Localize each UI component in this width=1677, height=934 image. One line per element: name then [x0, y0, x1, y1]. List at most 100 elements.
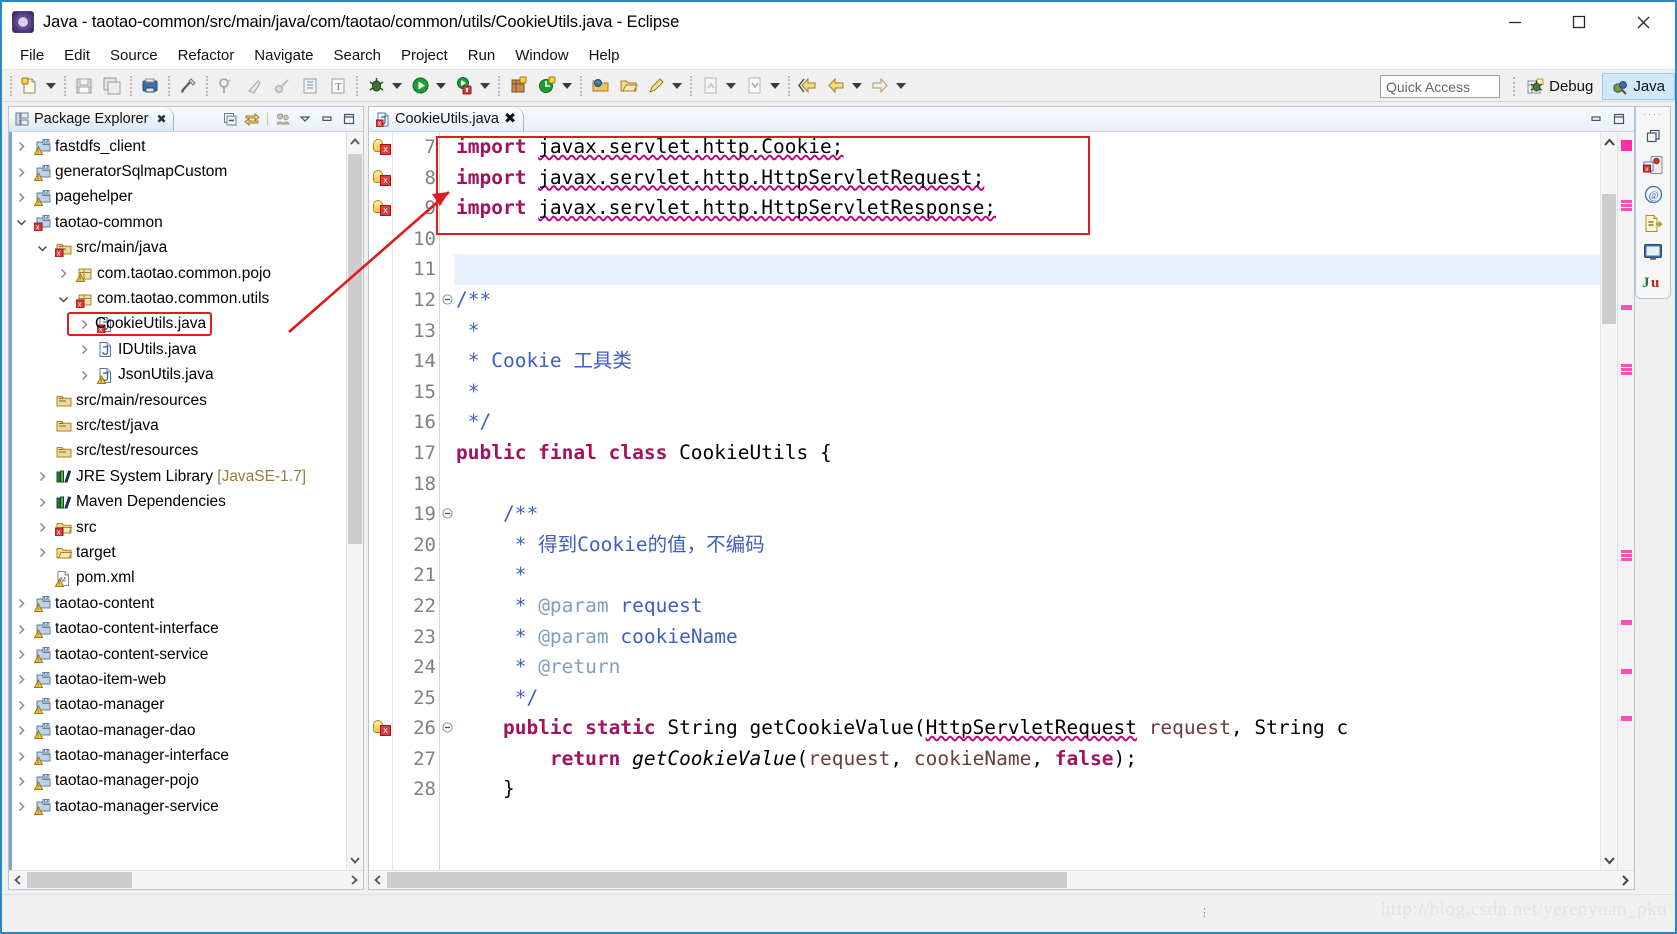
menu-window[interactable]: Window [505, 47, 578, 64]
open-type-icon[interactable] [297, 74, 323, 98]
fold-collapse-icon[interactable] [440, 499, 454, 530]
code-line[interactable]: * @param cookieName [454, 622, 1600, 653]
menu-run[interactable]: Run [458, 47, 506, 64]
tree-item[interactable]: src/test/resources [12, 439, 346, 464]
code-line[interactable]: public static String getCookieValue(Http… [454, 713, 1600, 744]
chevron-right-icon[interactable] [16, 598, 32, 609]
chevron-right-icon[interactable] [37, 471, 53, 482]
chevron-right-icon[interactable] [37, 547, 53, 558]
scroll-thumb[interactable] [348, 154, 362, 544]
tree-item[interactable]: ! com.taotao.common.pojo [12, 261, 346, 286]
tree-item[interactable]: ! JsonUtils.java [12, 363, 346, 388]
new-project-dropdown-icon[interactable] [560, 74, 574, 98]
scroll-down-icon[interactable] [347, 850, 363, 870]
code-line[interactable]: * @return [454, 652, 1600, 683]
snippets-view-icon[interactable] [1641, 212, 1665, 234]
menu-refactor[interactable]: Refactor [168, 47, 245, 64]
next-annotation-icon[interactable] [741, 74, 767, 98]
drag-handle[interactable]: ···· [1643, 110, 1663, 119]
menu-search[interactable]: Search [323, 47, 391, 64]
scroll-left-icon[interactable] [369, 871, 387, 889]
code-line[interactable]: /** [454, 499, 1600, 530]
open-folder-icon[interactable] [615, 74, 641, 98]
code-line[interactable] [454, 254, 1600, 285]
tree-item[interactable]: M! taotao-content-service [12, 642, 346, 667]
chevron-right-icon[interactable] [16, 801, 32, 812]
editor-code-area[interactable]: import javax.servlet.http.Cookie; import … [454, 132, 1600, 870]
scroll-down-icon[interactable] [1601, 850, 1617, 870]
link-with-editor-icon[interactable] [242, 109, 262, 129]
close-button[interactable] [1611, 2, 1675, 42]
chevron-right-icon[interactable] [16, 751, 32, 762]
forward-navigation-dropdown-icon[interactable] [894, 74, 908, 98]
forward-navigation-icon[interactable] [867, 74, 893, 98]
chevron-right-icon[interactable] [79, 370, 95, 381]
tree-item[interactable]: M! taotao-manager-dao [12, 718, 346, 743]
maximize-icon[interactable] [1609, 109, 1629, 129]
editor-overview-ruler[interactable] [1617, 132, 1634, 870]
run-dropdown-icon[interactable] [434, 74, 448, 98]
collapse-all-icon[interactable] [220, 109, 240, 129]
outline-view-icon[interactable]: x [1641, 154, 1665, 176]
scroll-thumb[interactable] [387, 872, 1067, 888]
code-line[interactable]: import javax.servlet.http.HttpServletReq… [454, 163, 1600, 194]
overview-marker[interactable] [1621, 364, 1632, 375]
run-icon[interactable] [407, 74, 433, 98]
new-wizard-dropdown-icon[interactable] [44, 74, 58, 98]
menu-source[interactable]: Source [100, 47, 168, 64]
overview-marker[interactable] [1621, 305, 1632, 310]
chevron-right-icon[interactable] [16, 776, 32, 787]
new-package-icon[interactable] [269, 74, 295, 98]
maximize-icon[interactable] [339, 109, 359, 129]
perspective-debug[interactable]: Debug [1519, 73, 1602, 100]
previous-annotation-dropdown-icon[interactable] [724, 74, 738, 98]
code-line[interactable]: */ [454, 683, 1600, 714]
editor-folding-ruler[interactable] [440, 132, 454, 870]
menu-project[interactable]: Project [391, 47, 458, 64]
run-external-tools-icon[interactable] [451, 74, 477, 98]
new-annotation-icon[interactable] [213, 74, 239, 98]
code-line[interactable]: /** [454, 285, 1600, 316]
code-line[interactable]: import javax.servlet.http.Cookie; [454, 132, 1600, 163]
tree-item[interactable]: M! fastdfs_client [12, 134, 346, 159]
junit-view-icon[interactable]: Ju [1641, 270, 1665, 292]
chevron-down-icon[interactable] [16, 217, 32, 228]
edit-dropdown-icon[interactable] [670, 74, 684, 98]
forward-history-icon[interactable] [823, 74, 849, 98]
new-java-project-icon[interactable] [505, 74, 531, 98]
history-dropdown-icon[interactable] [850, 74, 864, 98]
chevron-right-icon[interactable] [16, 725, 32, 736]
code-line[interactable]: import javax.servlet.http.HttpServletRes… [454, 193, 1600, 224]
tab-cookieutils-java[interactable]: x CookieUtils.java ✖ [369, 107, 525, 131]
debug-dropdown-icon[interactable] [390, 74, 404, 98]
chevron-right-icon[interactable] [16, 649, 32, 660]
tree-item[interactable]: M! taotao-manager-service [12, 794, 346, 819]
previous-annotation-icon[interactable] [697, 74, 723, 98]
minimize-icon[interactable] [1586, 109, 1606, 129]
status-bar-grip[interactable]: ⋮ [1199, 908, 1210, 919]
code-line[interactable]: * [454, 560, 1600, 591]
scroll-up-icon[interactable] [1601, 132, 1617, 152]
minimize-icon[interactable] [317, 109, 337, 129]
next-annotation-dropdown-icon[interactable] [768, 74, 782, 98]
tree-item[interactable]: x src/main/java [12, 236, 346, 261]
save-icon[interactable] [71, 74, 97, 98]
overview-marker[interactable] [1621, 716, 1632, 721]
new-project-icon[interactable] [533, 74, 559, 98]
tree-item[interactable]: IDUtils.java [12, 337, 346, 362]
tree-item[interactable]: Mx taotao-common [12, 210, 346, 235]
code-line[interactable]: * Cookie 工具类 [454, 346, 1600, 377]
close-icon[interactable]: ✖ [156, 112, 166, 126]
maximize-button[interactable] [1547, 2, 1611, 42]
menu-edit[interactable]: Edit [54, 47, 100, 64]
toggle-markers-icon[interactable] [175, 74, 201, 98]
overview-marker[interactable] [1621, 140, 1632, 151]
close-icon[interactable]: ✖ [504, 111, 516, 127]
new-wizard-icon[interactable] [17, 74, 43, 98]
chevron-right-icon[interactable] [16, 624, 32, 635]
scroll-up-icon[interactable] [347, 132, 363, 152]
tree-item[interactable]: M! taotao-manager [12, 693, 346, 718]
new-class-icon[interactable] [241, 74, 267, 98]
tree-item[interactable]: JRE System Library [JavaSE-1.7] [12, 464, 346, 489]
chevron-right-icon[interactable] [16, 192, 32, 203]
